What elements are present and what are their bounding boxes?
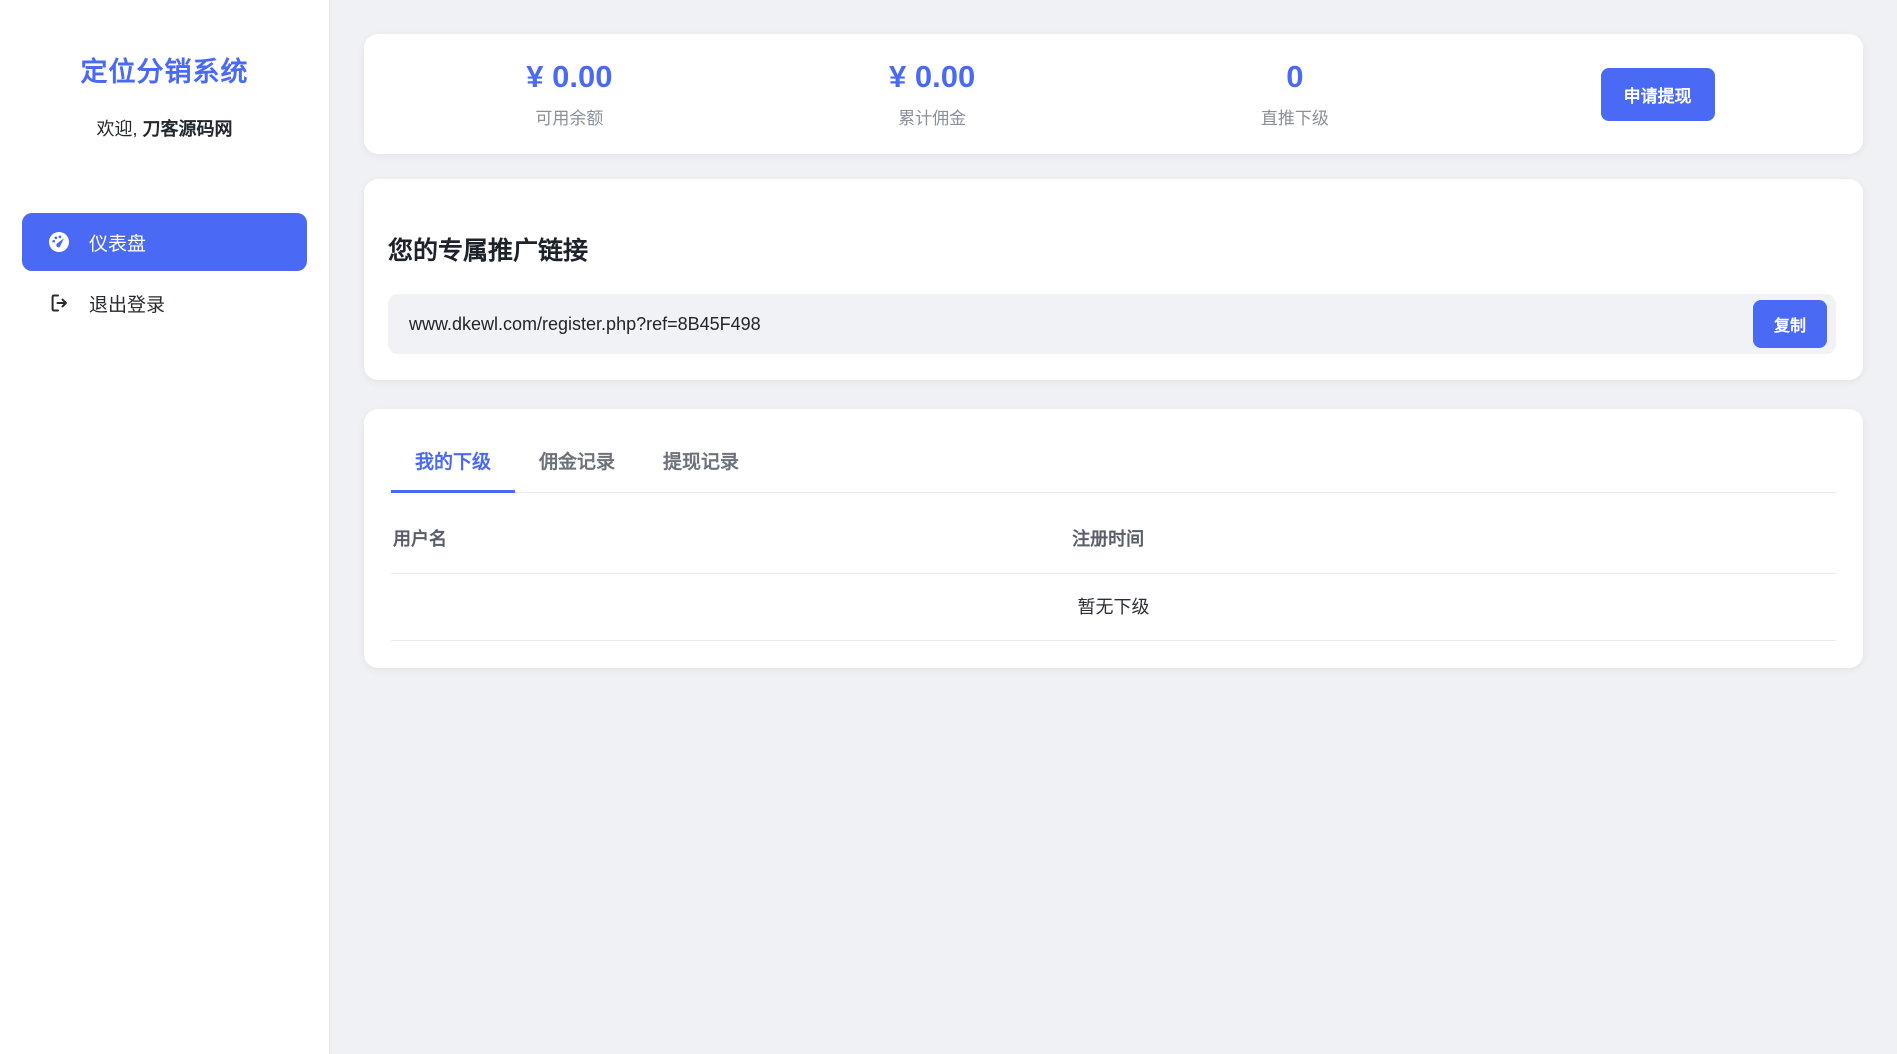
stat-value: ¥ 0.00	[388, 59, 751, 95]
welcome-username: 刀客源码网	[143, 119, 233, 139]
records-tabs: 我的下级 佣金记录 提现记录	[391, 435, 1836, 493]
stats-card: ¥ 0.00 可用余额 ¥ 0.00 累计佣金 0 直推下级 申请提现	[364, 34, 1863, 154]
welcome-text: 欢迎, 刀客源码网	[0, 115, 329, 141]
app-title: 定位分销系统	[0, 50, 329, 89]
table-empty-row: 暂无下级	[391, 574, 1836, 641]
stat-available-balance: ¥ 0.00 可用余额	[388, 59, 751, 129]
sidebar-menu: 仪表盘 退出登录	[0, 213, 329, 327]
stat-value: 0	[1114, 59, 1477, 95]
stat-label: 累计佣金	[751, 104, 1114, 129]
empty-state-text: 暂无下级	[391, 574, 1836, 641]
stat-direct-referrals: 0 直推下级	[1114, 59, 1477, 129]
stat-total-commission: ¥ 0.00 累计佣金	[751, 59, 1114, 129]
stat-label: 可用余额	[388, 104, 751, 129]
tab-commission-records[interactable]: 佣金记录	[515, 435, 639, 493]
referral-link-bar[interactable]: www.dkewl.com/register.php?ref=8B45F498 …	[388, 294, 1836, 354]
sidebar-item-label: 退出登录	[89, 290, 165, 317]
sidebar-item-logout[interactable]: 退出登录	[22, 279, 307, 327]
welcome-prefix: 欢迎,	[96, 119, 137, 139]
column-header-register-time: 注册时间	[1070, 493, 1836, 574]
records-card: 我的下级 佣金记录 提现记录 用户名 注册时间 暂无下级	[364, 409, 1863, 668]
stat-label: 直推下级	[1114, 104, 1477, 129]
referrals-table: 用户名 注册时间 暂无下级	[391, 493, 1836, 641]
table-header-row: 用户名 注册时间	[391, 493, 1836, 574]
dashboard-icon	[47, 230, 71, 254]
main-content: ¥ 0.00 可用余额 ¥ 0.00 累计佣金 0 直推下级 申请提现 您的专属…	[330, 0, 1897, 1054]
sidebar-item-label: 仪表盘	[89, 229, 146, 256]
stat-value: ¥ 0.00	[751, 59, 1114, 95]
copy-button[interactable]: 复制	[1753, 300, 1827, 348]
column-header-username: 用户名	[391, 493, 1070, 574]
promo-title: 您的专属推广链接	[388, 231, 1836, 267]
withdraw-cell: 申请提现	[1476, 68, 1839, 121]
logout-icon	[47, 291, 71, 315]
tab-my-referrals[interactable]: 我的下级	[391, 435, 515, 493]
withdraw-button[interactable]: 申请提现	[1601, 68, 1715, 121]
app-layout: 定位分销系统 欢迎, 刀客源码网 仪表盘	[0, 0, 1897, 1054]
promo-card: 您的专属推广链接 www.dkewl.com/register.php?ref=…	[364, 179, 1863, 380]
sidebar-item-dashboard[interactable]: 仪表盘	[22, 213, 307, 271]
referral-link[interactable]: www.dkewl.com/register.php?ref=8B45F498	[409, 314, 1753, 335]
tab-withdrawal-records[interactable]: 提现记录	[639, 435, 763, 493]
sidebar: 定位分销系统 欢迎, 刀客源码网 仪表盘	[0, 0, 330, 1054]
